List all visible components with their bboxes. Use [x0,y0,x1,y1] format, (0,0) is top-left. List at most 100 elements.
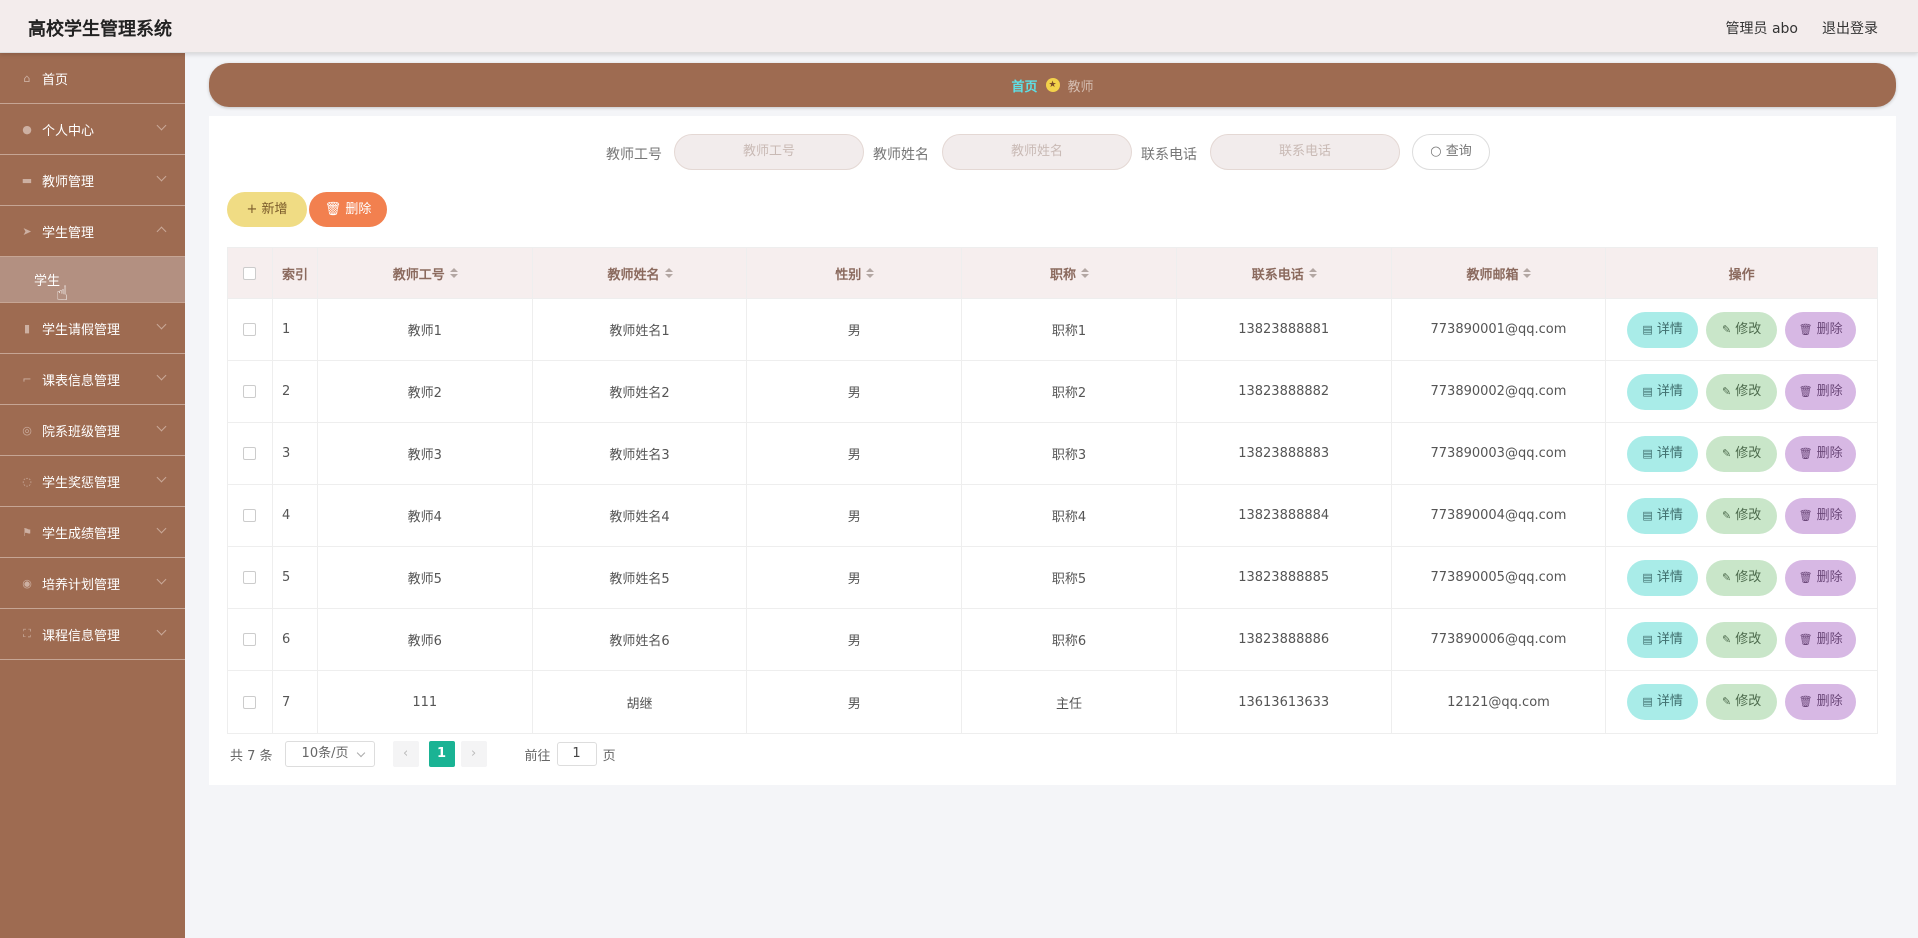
sidebar-item[interactable]: ▬ 教师管理 [0,155,185,206]
batch-delete-button[interactable]: 🗑 删除 [309,192,387,227]
edit-button[interactable]: ✎ 修改 [1706,621,1778,658]
row-select-cell [228,609,273,670]
logout-link[interactable]: 退出登录 [1822,18,1878,38]
goto-page-input[interactable]: 1 [556,742,597,766]
edit-button[interactable]: ✎ 修改 [1706,311,1778,348]
row-select-cell [228,547,273,608]
sidebar-item[interactable]: ◌ 学生奖惩管理 [0,456,185,507]
top-header: 高校学生管理系统 管理员 abo 退出登录 [0,0,1918,53]
detail-button[interactable]: ▤ 详情 [1627,497,1699,534]
header-teacher-id[interactable]: 教师工号 [318,248,533,298]
sidebar-item[interactable]: ➤ 学生管理 [0,206,185,257]
table-cell: 主任 [962,671,1177,733]
row-select-cell [228,299,273,360]
table-cell: 773890006@qq.com [1392,609,1607,670]
delete-button[interactable]: 🗑 删除 [1785,435,1857,472]
breadcrumb-home[interactable]: 首页 [1011,76,1037,95]
sort-icon[interactable] [1308,268,1317,278]
batch-delete-label: 删除 [345,202,372,217]
sidebar-item[interactable]: ◎ 院系班级管理 [0,405,185,456]
detail-button[interactable]: ▤ 详情 [1627,684,1699,720]
sidebar-item[interactable]: ⌐ 课表信息管理 [0,354,185,405]
detail-button[interactable]: ▤ 详情 [1627,373,1699,410]
row-checkbox[interactable] [243,323,257,336]
table-cell: 13823888882 [1177,361,1392,422]
edit-button[interactable]: ✎ 修改 [1706,373,1778,410]
select-all-cell [228,248,273,298]
table-row: 3 教师3 教师姓名3 男职称3 13823888883 773890003@qq.com… [228,423,1877,485]
header-phone[interactable]: 联系电话 [1177,248,1392,298]
delete-button[interactable]: 🗑 删除 [1785,621,1857,658]
delete-button[interactable]: 🗑 删除 [1785,311,1857,348]
cell-index: 4 [273,485,318,546]
table-cell: 男 [747,671,963,733]
delete-button[interactable]: 🗑 删除 [1785,497,1857,534]
chevron-icon [156,625,167,636]
header-gender[interactable]: 性别 [747,248,963,298]
select-all-checkbox[interactable] [243,266,257,280]
phone-input[interactable]: 联系电话 [1210,134,1400,170]
table-cell: 13823888886 [1177,609,1392,670]
sidebar-item[interactable]: ⛶ 课程信息管理 [0,609,185,660]
search-button[interactable]: ○ 查询 [1412,134,1490,170]
next-page-button[interactable]: › [460,741,487,767]
table-row: 6 教师6 教师姓名6 男职称6 13823888886 773890006@qq.com… [228,609,1877,671]
detail-button[interactable]: ▤ 详情 [1627,311,1699,348]
table-cell: 男 [747,361,963,422]
sidebar-subitem[interactable]: 学生 [0,257,185,303]
detail-button[interactable]: ▤ 详情 [1627,435,1699,472]
page-unit-label: 页 [602,748,616,764]
detail-button[interactable]: ▤ 详情 [1627,621,1699,658]
cell-index: 7 [273,671,318,733]
sidebar-item[interactable]: ⌂ 首页 [0,53,185,104]
row-checkbox[interactable] [243,633,257,646]
row-checkbox[interactable] [243,385,257,398]
table-cell: 胡继 [533,671,748,733]
header-ops: 操作 [1728,267,1755,283]
flag-icon: ⚑ [22,525,32,539]
row-select-cell [228,361,273,422]
teacher-name-input[interactable]: 教师姓名 [942,134,1132,170]
row-checkbox[interactable] [243,509,257,522]
add-button[interactable]: + 新增 [227,192,307,227]
basketball-icon: ◎ [22,423,32,437]
teacher-id-input[interactable]: 教师工号 [674,134,864,170]
sort-icon[interactable] [1080,268,1089,278]
edit-button[interactable]: ✎ 修改 [1706,497,1778,534]
row-ops: ▤ 详情 ✎ 修改 🗑 删除 [1606,671,1877,733]
sort-icon[interactable] [449,268,458,278]
sidebar-item[interactable]: ⚑ 学生成绩管理 [0,507,185,558]
delete-button[interactable]: 🗑 删除 [1785,684,1857,720]
header-title[interactable]: 职称 [962,248,1177,298]
row-checkbox[interactable] [243,571,257,584]
cell-index: 1 [273,299,318,360]
edit-button[interactable]: ✎ 修改 [1706,435,1778,472]
trash-icon: 🗑 [1798,508,1813,522]
delete-button[interactable]: 🗑 删除 [1785,373,1857,410]
table-cell: 教师姓名2 [533,361,748,422]
sort-icon[interactable] [664,268,673,278]
table-cell: 13823888883 [1177,423,1392,484]
detail-button[interactable]: ▤ 详情 [1627,559,1699,596]
page-number-current[interactable]: 1 [428,741,455,767]
table-cell: 教师姓名3 [533,423,748,484]
header-teacher-name[interactable]: 教师姓名 [533,248,748,298]
page-size-select[interactable]: 10条/页 [284,741,375,767]
edit-button[interactable]: ✎ 修改 [1706,684,1778,720]
row-ops: ▤ 详情 ✎ 修改 🗑 删除 [1606,547,1877,608]
sidebar-item[interactable]: ▮ 学生请假管理 [0,303,185,354]
sort-icon[interactable] [866,268,875,278]
sidebar-item[interactable]: ● 个人中心 [0,104,185,155]
sort-icon[interactable] [1523,268,1532,278]
row-checkbox[interactable] [243,695,257,709]
goto-label: 前往 [524,748,551,764]
table-row: 4 教师4 教师姓名4 男职称4 13823888884 773890004@qq.com… [228,485,1877,547]
row-checkbox[interactable] [243,447,257,460]
delete-button[interactable]: 🗑 删除 [1785,559,1857,596]
header-index: 索引 [273,248,318,298]
sidebar-item[interactable]: ◉ 培养计划管理 [0,558,185,609]
header-email[interactable]: 教师邮箱 [1392,248,1607,298]
prev-page-button[interactable]: ‹ [392,741,419,767]
document-icon: ▤ [1642,695,1653,708]
edit-button[interactable]: ✎ 修改 [1706,559,1778,596]
